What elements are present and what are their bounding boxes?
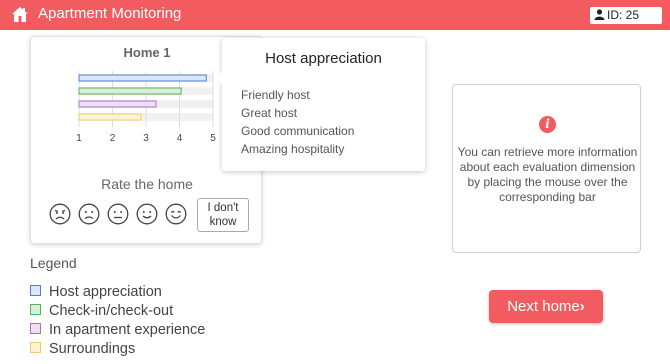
tooltip-item: Amazing hospitality	[241, 142, 345, 156]
tooltip-arrow	[215, 71, 222, 85]
person-icon	[594, 9, 605, 20]
next-home-button[interactable]: Next home›	[489, 290, 603, 323]
legend-list: Host appreciation Check-in/check-out In …	[30, 284, 205, 360]
user-id-label: ID: 25	[607, 8, 640, 22]
rate-label: Rate the home	[101, 176, 193, 192]
legend-swatch	[30, 285, 41, 296]
dont-know-line2: know	[209, 216, 237, 228]
smile-face-icon[interactable]	[136, 203, 158, 225]
sad-face-icon[interactable]	[78, 203, 100, 225]
chart-tick-label: 3	[143, 133, 149, 144]
tooltip-list: Friendly host Great host Good communicat…	[241, 86, 354, 158]
legend-label: Check-in/check-out	[49, 303, 174, 319]
legend-title: Legend	[30, 255, 77, 271]
chevron-right-icon: ›	[579, 298, 585, 315]
dont-know-button[interactable]: I don't know	[197, 198, 249, 232]
dont-know-line1: I don't	[207, 202, 239, 214]
chart-bar-check-in-check-out[interactable]	[78, 87, 182, 95]
home-icon	[12, 7, 28, 22]
header-bar: Apartment Monitoring ID: 25	[0, 0, 670, 30]
chart-bar-in-apartment-experience[interactable]	[78, 100, 157, 108]
info-box: i You can retrieve more information abou…	[452, 84, 641, 253]
legend-item-in-apartment-experience: In apartment experience	[30, 322, 205, 341]
legend-item-host-appreciation: Host appreciation	[30, 284, 205, 303]
chart-bar-host-appreciation[interactable]	[78, 74, 207, 82]
app-title: Apartment Monitoring	[38, 5, 182, 22]
chart-tick-label: 2	[110, 133, 116, 144]
legend-swatch	[30, 304, 41, 315]
info-text: You can retrieve more information about …	[457, 145, 638, 204]
info-icon: i	[539, 116, 556, 133]
tooltip-item: Friendly host	[241, 88, 310, 102]
legend-label: Surroundings	[49, 341, 136, 357]
very-sad-face-icon[interactable]	[49, 203, 71, 225]
chart-tick-label: 4	[177, 133, 183, 144]
chart-tick-label: 5	[210, 133, 216, 144]
chart-bar-surroundings[interactable]	[78, 113, 142, 121]
legend-item-check-in-check-out: Check-in/check-out	[30, 303, 205, 322]
rating-bar-chart: 1 2 3 4 5	[76, 71, 216, 144]
legend-item-surroundings: Surroundings	[30, 341, 205, 360]
tooltip-title: Host appreciation	[265, 50, 382, 67]
tooltip-item: Good communication	[241, 124, 355, 138]
legend-swatch	[30, 342, 41, 353]
tooltip-item: Great host	[241, 106, 298, 120]
legend-label: In apartment experience	[49, 322, 206, 338]
chart-tick-label: 1	[76, 133, 82, 144]
dimension-tooltip: Host appreciation Friendly host Great ho…	[215, 38, 425, 171]
next-home-label: Next home	[507, 298, 580, 315]
legend-swatch	[30, 323, 41, 334]
happy-face-icon[interactable]	[165, 203, 187, 225]
legend-label: Host appreciation	[49, 284, 162, 300]
neutral-face-icon[interactable]	[107, 203, 129, 225]
user-id-badge: ID: 25	[590, 7, 662, 24]
